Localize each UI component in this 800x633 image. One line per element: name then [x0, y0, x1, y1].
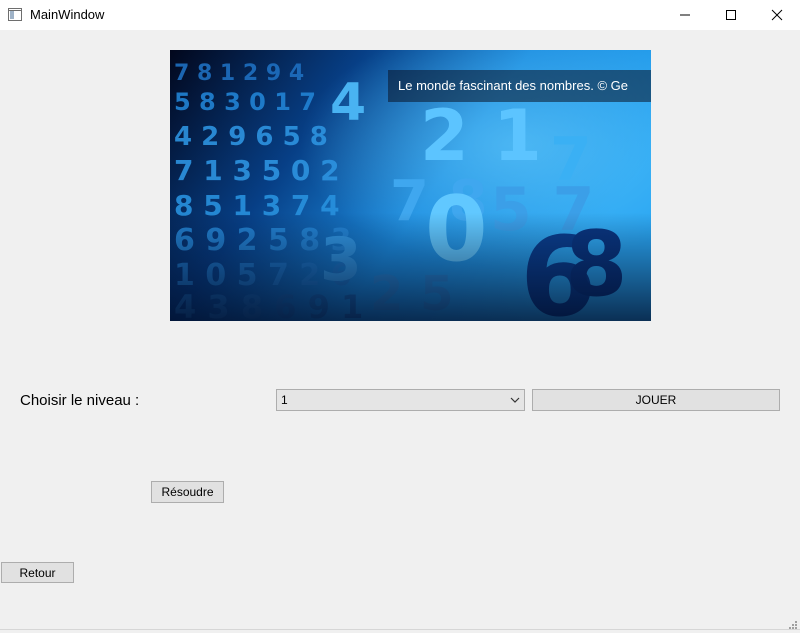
maximize-icon: [726, 10, 736, 20]
solve-button[interactable]: Résoudre: [151, 481, 224, 503]
title-bar: MainWindow: [0, 0, 800, 30]
window-title: MainWindow: [30, 7, 105, 22]
maximize-button[interactable]: [708, 0, 754, 30]
resize-grip-icon[interactable]: [788, 620, 798, 630]
level-combobox[interactable]: 1: [276, 389, 525, 411]
chevron-down-icon: [510, 397, 520, 403]
level-label: Choisir le niveau :: [20, 392, 140, 409]
back-button[interactable]: Retour: [1, 562, 74, 583]
close-button[interactable]: [754, 0, 800, 30]
close-icon: [771, 9, 783, 21]
minimize-button[interactable]: [662, 0, 708, 30]
app-window-icon: [8, 8, 22, 21]
minimize-icon: [680, 14, 690, 16]
play-button[interactable]: JOUER: [532, 389, 780, 411]
status-bar: [0, 629, 800, 633]
numbers-banner-image: 7 8 1 2 9 4 5 8 3 0 1 7 4 2 9 6 5 8 7 1 …: [170, 50, 651, 321]
level-combobox-value: 1: [281, 393, 288, 407]
banner-caption: Le monde fascinant des nombres. © Ge: [388, 70, 651, 102]
